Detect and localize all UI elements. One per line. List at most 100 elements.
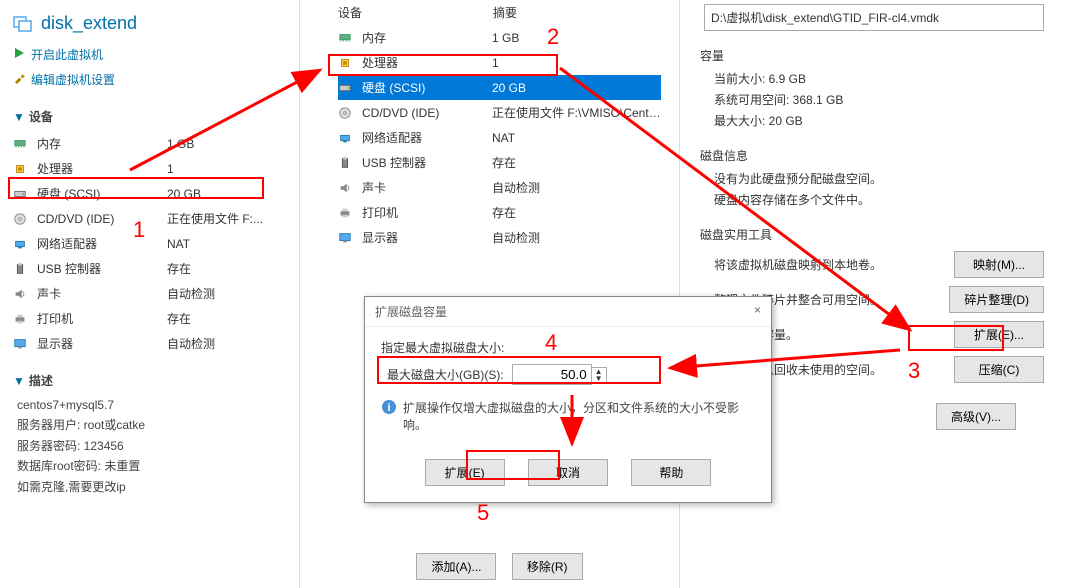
usb-icon — [13, 262, 31, 276]
disk-path-field[interactable]: D:\虚拟机\disk_extend\GTID_FIR-cl4.vmdk — [704, 4, 1044, 31]
list-item[interactable]: 内存1 GB — [13, 131, 286, 156]
map-button[interactable]: 映射(M)... — [954, 251, 1044, 278]
sound-icon — [13, 287, 31, 301]
net-icon — [13, 237, 31, 251]
cd-icon — [338, 106, 356, 120]
annotation-1: 1 — [133, 217, 145, 243]
map-desc: 将该虚拟机磁盘映射到本地卷。 — [700, 256, 948, 273]
list-item[interactable]: 网络适配器NAT — [13, 231, 286, 256]
hdd-icon — [338, 81, 356, 95]
close-icon[interactable]: × — [754, 303, 761, 320]
cpu-icon — [338, 56, 356, 70]
table-row[interactable]: 声卡自动检测 — [338, 175, 661, 200]
table-row[interactable]: CD/DVD (IDE)正在使用文件 F:\VMISO\CentO... — [338, 100, 661, 125]
desc-line: 服务器密码: 123456 — [17, 436, 282, 456]
start-vm-link[interactable]: 开启此虚拟机 — [31, 46, 103, 63]
sound-icon — [338, 181, 356, 195]
printer-icon — [13, 312, 31, 326]
table-row[interactable]: 网络适配器NAT — [338, 125, 661, 150]
size-label: 最大磁盘大小(GB)(S): — [387, 366, 504, 383]
wrench-icon — [13, 72, 25, 87]
dialog-help-button[interactable]: 帮助 — [631, 459, 711, 486]
specify-label: 指定最大虚拟磁盘大小: — [381, 339, 755, 356]
usb-icon — [338, 156, 356, 170]
annotation-4: 4 — [545, 330, 557, 356]
annotation-2: 2 — [547, 24, 559, 50]
cd-icon — [13, 212, 31, 226]
table-row[interactable]: 处理器1 — [338, 50, 661, 75]
table-row[interactable]: USB 控制器存在 — [338, 150, 661, 175]
vm-name: disk_extend — [41, 13, 137, 34]
dialog-body: 指定最大虚拟磁盘大小: 最大磁盘大小(GB)(S): ▲▼ 扩展操作仅增大虚拟磁… — [365, 327, 771, 445]
size-input-row: 最大磁盘大小(GB)(S): ▲▼ — [381, 364, 755, 385]
disk-info-1: 没有为此硬盘预分配磁盘空间。 — [700, 168, 1050, 189]
advanced-button[interactable]: 高级(V)... — [936, 403, 1016, 430]
cpu-icon — [13, 162, 31, 176]
description-section-header[interactable]: ▼ 描述 — [5, 366, 294, 395]
dialog-expand-button[interactable]: 扩展(E) — [425, 459, 505, 486]
desc-line: 数据库root密码: 未重置 — [17, 456, 282, 476]
collapse-arrow-icon: ▼ — [13, 110, 25, 124]
expand-button[interactable]: 扩展(E)... — [954, 321, 1044, 348]
description-text: centos7+mysql5.7 服务器用户: root或catke 服务器密码… — [5, 395, 294, 497]
utilities-label: 磁盘实用工具 — [700, 222, 1050, 247]
defrag-button[interactable]: 碎片整理(D) — [949, 286, 1044, 313]
max-size-input[interactable] — [512, 364, 592, 385]
free-space: 系统可用空间: 368.1 GB — [700, 89, 1050, 110]
vm-icon — [13, 14, 33, 34]
current-size: 当前大小: 6.9 GB — [700, 68, 1050, 89]
max-size: 最大大小: 20 GB — [700, 110, 1050, 131]
edit-settings-action[interactable]: 编辑虚拟机设置 — [5, 67, 294, 92]
compact-button[interactable]: 压缩(C) — [954, 356, 1044, 383]
desc-line: centos7+mysql5.7 — [17, 395, 282, 415]
info-icon — [381, 399, 397, 418]
list-item[interactable]: 声卡自动检测 — [13, 281, 286, 306]
spinner-down[interactable]: ▼ — [592, 375, 606, 382]
desc-line: 如需克隆,需要更改ip — [17, 477, 282, 497]
list-item[interactable]: USB 控制器存在 — [13, 256, 286, 281]
hdd-icon — [13, 187, 31, 201]
disk-info-2: 硬盘内容存储在多个文件中。 — [700, 189, 1050, 210]
table-row-selected[interactable]: 硬盘 (SCSI)20 GB — [338, 75, 661, 100]
annotation-5: 5 — [477, 500, 489, 526]
list-item[interactable]: 处理器1 — [13, 156, 286, 181]
desc-line: 服务器用户: root或catke — [17, 415, 282, 435]
size-spinner: ▲▼ — [512, 364, 607, 385]
left-panel: disk_extend 开启此虚拟机 编辑虚拟机设置 ▼ 设备 内存1 GB 处… — [0, 0, 300, 588]
devices-header-label: 设备 — [29, 108, 53, 125]
printer-icon — [338, 206, 356, 220]
dialog-buttons: 扩展(E) 取消 帮助 — [365, 445, 771, 502]
add-button[interactable]: 添加(A)... — [416, 553, 496, 580]
info-text: 扩展操作仅增大虚拟磁盘的大小，分区和文件系统的大小不受影响。 — [403, 399, 755, 433]
table-row[interactable]: 内存1 GB — [338, 25, 661, 50]
extend-disk-dialog: 扩展磁盘容量 × 指定最大虚拟磁盘大小: 最大磁盘大小(GB)(S): ▲▼ 扩… — [364, 296, 772, 503]
display-icon — [13, 337, 31, 351]
vm-title-row: disk_extend — [5, 5, 294, 42]
memory-icon — [13, 137, 31, 151]
disk-info-label: 磁盘信息 — [700, 143, 1050, 168]
display-icon — [338, 231, 356, 245]
play-icon — [13, 47, 25, 62]
net-icon — [338, 131, 356, 145]
left-device-list: 内存1 GB 处理器1 硬盘 (SCSI)20 GB CD/DVD (IDE)正… — [5, 131, 294, 356]
dialog-titlebar: 扩展磁盘容量 × — [365, 297, 771, 327]
mid-buttons: 添加(A)... 移除(R) — [320, 553, 679, 580]
memory-icon — [338, 31, 356, 45]
dialog-cancel-button[interactable]: 取消 — [528, 459, 608, 486]
dialog-title: 扩展磁盘容量 — [375, 303, 447, 320]
devices-section-header[interactable]: ▼ 设备 — [5, 102, 294, 131]
description-header-label: 描述 — [29, 372, 53, 389]
list-item[interactable]: 硬盘 (SCSI)20 GB — [13, 181, 286, 206]
remove-button[interactable]: 移除(R) — [512, 553, 583, 580]
start-vm-action[interactable]: 开启此虚拟机 — [5, 42, 294, 67]
edit-settings-link[interactable]: 编辑虚拟机设置 — [31, 71, 115, 88]
col-device: 设备 — [338, 4, 493, 21]
list-item[interactable]: CD/DVD (IDE)正在使用文件 F:... — [13, 206, 286, 231]
table-row[interactable]: 显示器自动检测 — [338, 225, 661, 250]
table-row[interactable]: 打印机存在 — [338, 200, 661, 225]
list-item[interactable]: 打印机存在 — [13, 306, 286, 331]
capacity-label: 容量 — [700, 43, 1050, 68]
device-table-header: 设备 摘要 — [320, 0, 679, 25]
annotation-3: 3 — [908, 358, 920, 384]
list-item[interactable]: 显示器自动检测 — [13, 331, 286, 356]
